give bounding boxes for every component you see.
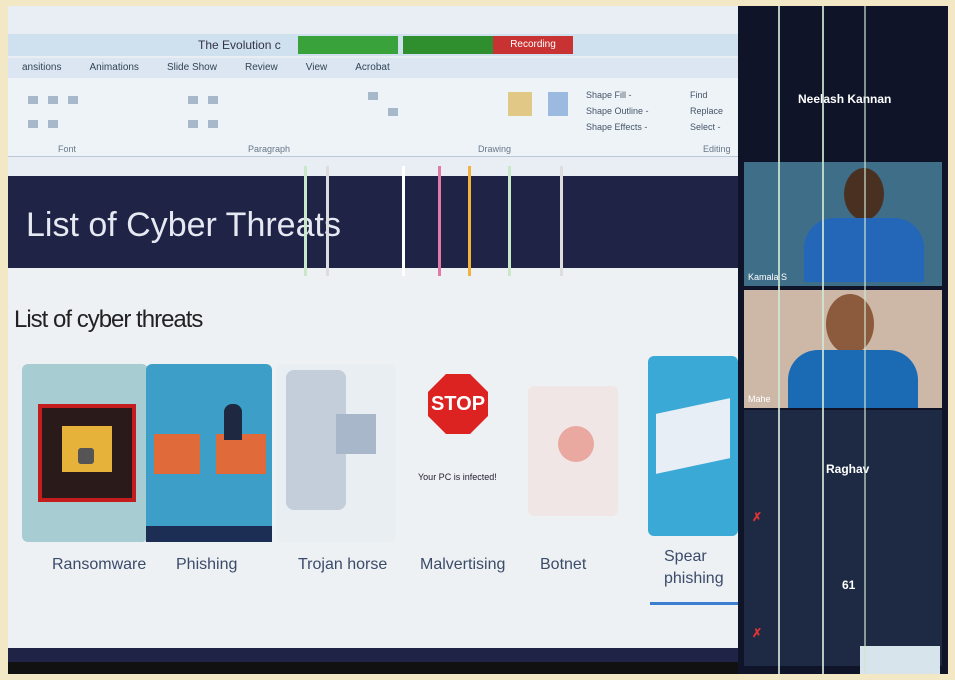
status-bar-green [298, 36, 398, 54]
participant-name-top: Neelash Kannan [798, 92, 892, 106]
underline-icon[interactable] [28, 120, 38, 128]
botnet-card [528, 386, 618, 516]
person-avatar-2 [826, 294, 874, 354]
align-left-icon[interactable] [188, 120, 198, 128]
computer-icon [336, 414, 376, 454]
muted-mic-icon[interactable]: ✗ [752, 510, 762, 524]
label-ransomware: Ransomware [52, 556, 147, 573]
stop-sign-icon: STOP [428, 374, 488, 434]
laptop-icon-2 [216, 434, 266, 474]
label-botnet: Botnet [540, 556, 587, 573]
label-malvertising: Malvertising [420, 556, 506, 573]
numbering-icon[interactable] [208, 96, 218, 104]
laptop-icon-3 [656, 398, 730, 474]
person-body-2 [788, 350, 918, 408]
record-label: Recording [510, 39, 556, 50]
phishing-card-footer [146, 526, 272, 542]
muted-mic-icon-2[interactable]: ✗ [752, 626, 762, 640]
ribbon-tools: Shape Fill - Shape Outline - Shape Effec… [8, 78, 738, 157]
botnet-icon [558, 426, 594, 462]
glitch-line [560, 166, 563, 276]
screen-line [822, 6, 824, 674]
selected-underline [650, 602, 738, 605]
tab-review[interactable]: Review [231, 58, 292, 78]
line-icon[interactable] [388, 108, 398, 116]
record-button[interactable]: Recording [493, 36, 573, 54]
tile-name-3: Raghav [826, 462, 870, 476]
slide-title: List of Cyber Threats [26, 206, 341, 244]
slide-bottom-band [8, 648, 738, 662]
group-font: Font [58, 144, 77, 154]
arrange-icon[interactable] [508, 92, 532, 116]
window-title: The Evolution c [198, 38, 281, 52]
group-drawing: Drawing [478, 144, 512, 154]
shape-fill-button[interactable]: Shape Fill - [586, 90, 632, 100]
glitch-line [402, 166, 405, 276]
powerpoint-ribbon: The Evolution c Recording ansitions Anim… [8, 6, 738, 176]
slide-subtitle: List of cyber threats [14, 306, 203, 333]
tab-acrobat[interactable]: Acrobat [341, 58, 403, 78]
toolbar-button[interactable] [860, 646, 940, 674]
video-tile-2[interactable]: Mahe [744, 290, 942, 408]
tile-name-1: Kamala S [748, 272, 788, 282]
label-trojan-horse: Trojan horse [298, 556, 388, 573]
participants-panel: Neelash Kannan Kamala S Mahe Raghav 61 ✗… [738, 6, 948, 674]
shapes-icon[interactable] [368, 92, 378, 100]
label-phishing: Phishing [176, 556, 238, 573]
padlock-icon [78, 448, 94, 464]
glitch-line [304, 166, 307, 276]
label-spear-phishing: Spear phishing [664, 548, 724, 587]
glitch-line [326, 166, 329, 276]
bold-icon[interactable] [48, 96, 58, 104]
ransomware-card [22, 364, 148, 542]
hacker-icon [224, 404, 242, 440]
select-button[interactable]: Select - [690, 122, 721, 132]
shape-outline-button[interactable]: Shape Outline - [586, 106, 649, 116]
status-bar-green-2 [403, 36, 493, 54]
participant-count: 61 [842, 578, 856, 592]
screen-line [778, 6, 780, 674]
tab-view[interactable]: View [292, 58, 342, 78]
photo-frame: The Evolution c Recording ansitions Anim… [8, 6, 948, 674]
infected-text: Your PC is infected! [418, 472, 497, 482]
screen-line [864, 6, 866, 674]
trojan-horse-card [276, 364, 396, 542]
find-button[interactable]: Find [690, 90, 708, 100]
tile-name-2: Mahe [748, 394, 771, 404]
spear-phishing-card [648, 356, 738, 536]
video-tile-3[interactable]: Raghav 61 [744, 410, 942, 666]
align-center-icon[interactable] [208, 120, 218, 128]
quick-styles-icon[interactable] [548, 92, 568, 116]
glitch-line [438, 166, 441, 276]
video-tile-1[interactable]: Kamala S [744, 162, 942, 286]
laptop-icon [154, 434, 200, 474]
tab-animations[interactable]: Animations [75, 58, 152, 78]
ribbon-tabs: ansitions Animations Slide Show Review V… [8, 58, 738, 78]
phishing-card [146, 364, 272, 542]
strike-icon[interactable] [48, 120, 58, 128]
font-icon[interactable] [28, 96, 38, 104]
replace-button[interactable]: Replace [690, 106, 723, 116]
glitch-line [468, 166, 471, 276]
group-editing: Editing [703, 144, 731, 154]
italic-icon[interactable] [68, 96, 78, 104]
locked-folder-icon [38, 404, 136, 502]
tab-slide-show[interactable]: Slide Show [153, 58, 231, 78]
group-paragraph: Paragraph [248, 144, 291, 154]
glitch-line [508, 166, 511, 276]
bullets-icon[interactable] [188, 96, 198, 104]
tab-transitions[interactable]: ansitions [8, 58, 75, 78]
shape-effects-button[interactable]: Shape Effects - [586, 122, 647, 132]
